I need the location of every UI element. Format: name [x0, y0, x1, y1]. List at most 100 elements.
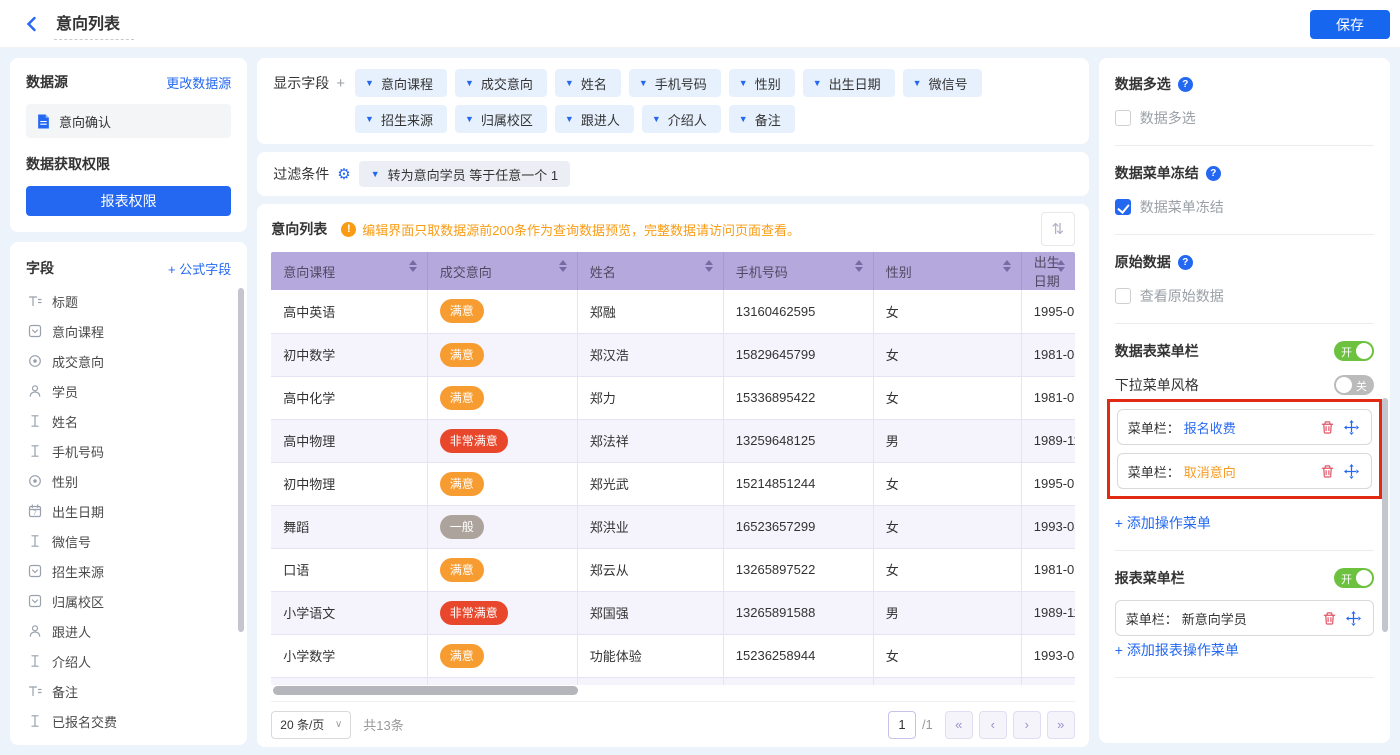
report-permission-button[interactable]: 报表权限 [26, 186, 232, 216]
table-row[interactable]: 初中物理满意 郑光武15214851244女1995-01 [271, 462, 1075, 506]
page-size-select[interactable]: 20 条/页 ∨ [271, 710, 352, 739]
field-item[interactable]: 跟进人 [26, 616, 231, 646]
cell-name [577, 677, 724, 685]
field-item[interactable]: 学员 [26, 376, 231, 406]
field-item[interactable]: 7 出生日期 [26, 496, 231, 526]
field-item[interactable]: 性别 [26, 466, 231, 496]
column-header[interactable]: 意向课程 [271, 252, 428, 290]
table-row[interactable]: 初中数学满意 郑汉浩15829645799女1981-06 [271, 333, 1075, 377]
display-field-tag[interactable]: ▼ 性别 [728, 69, 795, 97]
move-icon[interactable] [1343, 610, 1363, 626]
chevron-down-icon: ▼ [464, 77, 474, 88]
table-row[interactable]: 小学语文非常满意 郑国强13265891588男1989-11 [271, 591, 1075, 635]
delete-icon[interactable] [1317, 420, 1337, 435]
column-header[interactable]: 出生日期 [1021, 252, 1075, 290]
table-row[interactable]: 舞蹈一般 郑洪业16523657299女1993-08 [271, 505, 1075, 549]
sort-carets-icon[interactable] [854, 260, 863, 272]
field-item[interactable]: 已报名交费 [26, 706, 231, 736]
gear-icon[interactable]: ⚙ [337, 167, 350, 182]
filter-condition-tag[interactable]: ▼ 转为意向学员 等于任意一个 1 [358, 161, 571, 187]
display-field-tag[interactable]: ▼ 介绍人 [641, 105, 721, 133]
move-icon[interactable] [1341, 463, 1361, 479]
cell-birth: 1993-08 [1021, 634, 1075, 678]
fields-scrollbar[interactable] [238, 288, 245, 632]
field-item[interactable]: 归属校区 [26, 586, 231, 616]
add-action-menu-link[interactable]: + 添加操作菜单 [1115, 513, 1211, 533]
help-icon[interactable]: ? [1177, 254, 1193, 270]
help-icon[interactable]: ? [1205, 165, 1221, 181]
column-header[interactable]: 性别 [873, 252, 1022, 290]
sort-carets-icon[interactable] [1002, 260, 1011, 272]
last-page-button[interactable]: » [1046, 710, 1075, 739]
horizontal-scrollbar-thumb[interactable] [273, 686, 579, 695]
display-field-tag[interactable]: ▼ 备注 [728, 105, 795, 133]
sort-carets-icon[interactable] [704, 260, 713, 272]
checkbox-icon[interactable] [1114, 110, 1131, 126]
multi-select-checkbox[interactable]: 数据多选 [1114, 108, 1374, 128]
delete-icon[interactable] [1319, 611, 1339, 626]
field-item[interactable]: 招生来源 [26, 556, 231, 586]
tag-label: 微信号 [928, 76, 968, 92]
save-button[interactable]: 保存 [1310, 10, 1390, 39]
sort-carets-icon[interactable] [1056, 260, 1065, 272]
column-header[interactable]: 手机号码 [723, 252, 874, 290]
datasource-item[interactable]: 意向确认 [26, 104, 232, 138]
menubar-item-name[interactable]: 新意向学员 [1182, 609, 1247, 628]
add-report-action-menu-link[interactable]: + 添加报表操作菜单 [1115, 640, 1239, 660]
table-row[interactable] [271, 677, 1075, 685]
menubar-item-name[interactable]: 报名收费 [1184, 418, 1236, 437]
field-label: 学员 [52, 384, 79, 400]
chevron-down-icon: ∨ [334, 719, 343, 730]
back-icon[interactable] [20, 12, 44, 36]
tag-label: 介绍人 [667, 112, 707, 128]
field-item[interactable]: 介绍人 [26, 646, 231, 676]
table-row[interactable]: 小学数学满意 功能体验15236258944女1993-08 [271, 634, 1075, 678]
table-menubar-toggle[interactable]: 开 [1334, 341, 1374, 361]
help-icon[interactable]: ? [1177, 76, 1193, 92]
field-item[interactable]: 姓名 [26, 406, 231, 436]
checkbox-icon[interactable] [1114, 288, 1131, 304]
display-field-tag[interactable]: ▼ 归属校区 [454, 105, 547, 133]
table-row[interactable]: 高中化学满意 郑力15336895422女1981-06 [271, 376, 1075, 420]
display-field-tag[interactable]: ▼ 姓名 [554, 69, 621, 97]
field-item[interactable]: 成交意向 [26, 346, 231, 376]
table-row[interactable]: 高中物理非常满意 郑法祥13259648125男1989-11 [271, 419, 1075, 463]
page-number-input[interactable]: 1 [887, 710, 916, 739]
sort-button[interactable]: ⇅ [1040, 212, 1075, 246]
sort-carets-icon[interactable] [558, 260, 567, 272]
prev-page-button[interactable]: ‹ [978, 710, 1007, 739]
display-field-tag[interactable]: ▼ 成交意向 [454, 69, 547, 97]
report-menubar-toggle[interactable]: 开 [1334, 568, 1374, 588]
sort-carets-icon[interactable] [408, 260, 417, 272]
change-datasource-link[interactable]: 更改数据源 [166, 73, 231, 92]
display-field-tag[interactable]: ▼ 手机号码 [628, 69, 721, 97]
checkbox-checked-icon[interactable] [1114, 199, 1131, 215]
display-field-tag[interactable]: ▼ 招生来源 [355, 105, 447, 133]
first-page-button[interactable]: « [944, 710, 973, 739]
dropdown-style-toggle[interactable]: 关 [1334, 375, 1374, 395]
field-item[interactable]: 微信号 [26, 526, 231, 556]
formula-field-link[interactable]: + 公式字段 [168, 259, 231, 278]
delete-icon[interactable] [1317, 464, 1337, 479]
field-item[interactable]: 标题 [26, 286, 231, 316]
display-field-tag[interactable]: ▼ 出生日期 [802, 69, 895, 97]
next-page-button[interactable]: › [1012, 710, 1041, 739]
raw-data-checkbox[interactable]: 查看原始数据 [1114, 286, 1374, 306]
menu-freeze-checkbox[interactable]: 数据菜单冻结 [1114, 197, 1374, 217]
menubar-item-name[interactable]: 取消意向 [1184, 462, 1236, 481]
field-item[interactable]: 备注 [26, 676, 231, 706]
settings-scrollbar[interactable] [1382, 398, 1388, 632]
move-icon[interactable] [1341, 419, 1361, 435]
display-field-tag[interactable]: ▼ 跟进人 [554, 105, 634, 133]
display-field-tag[interactable]: ▼ 微信号 [902, 69, 982, 97]
column-header[interactable]: 成交意向 [427, 252, 578, 290]
column-header[interactable]: 姓名 [577, 252, 724, 290]
display-field-tag[interactable]: ▼ 意向课程 [355, 69, 447, 97]
field-item[interactable]: 手机号码 [26, 436, 231, 466]
table-row[interactable]: 高中英语满意 郑融13160462595女1995-01 [271, 290, 1075, 334]
field-item[interactable]: 意向课程 [26, 316, 231, 346]
cell-phone: 13265897522 [723, 548, 874, 592]
table-row[interactable]: 口语满意 郑云从13265897522女1981-06 [271, 548, 1075, 592]
page-title[interactable]: 意向列表 [54, 8, 135, 40]
add-display-field-button[interactable]: + [336, 75, 345, 92]
